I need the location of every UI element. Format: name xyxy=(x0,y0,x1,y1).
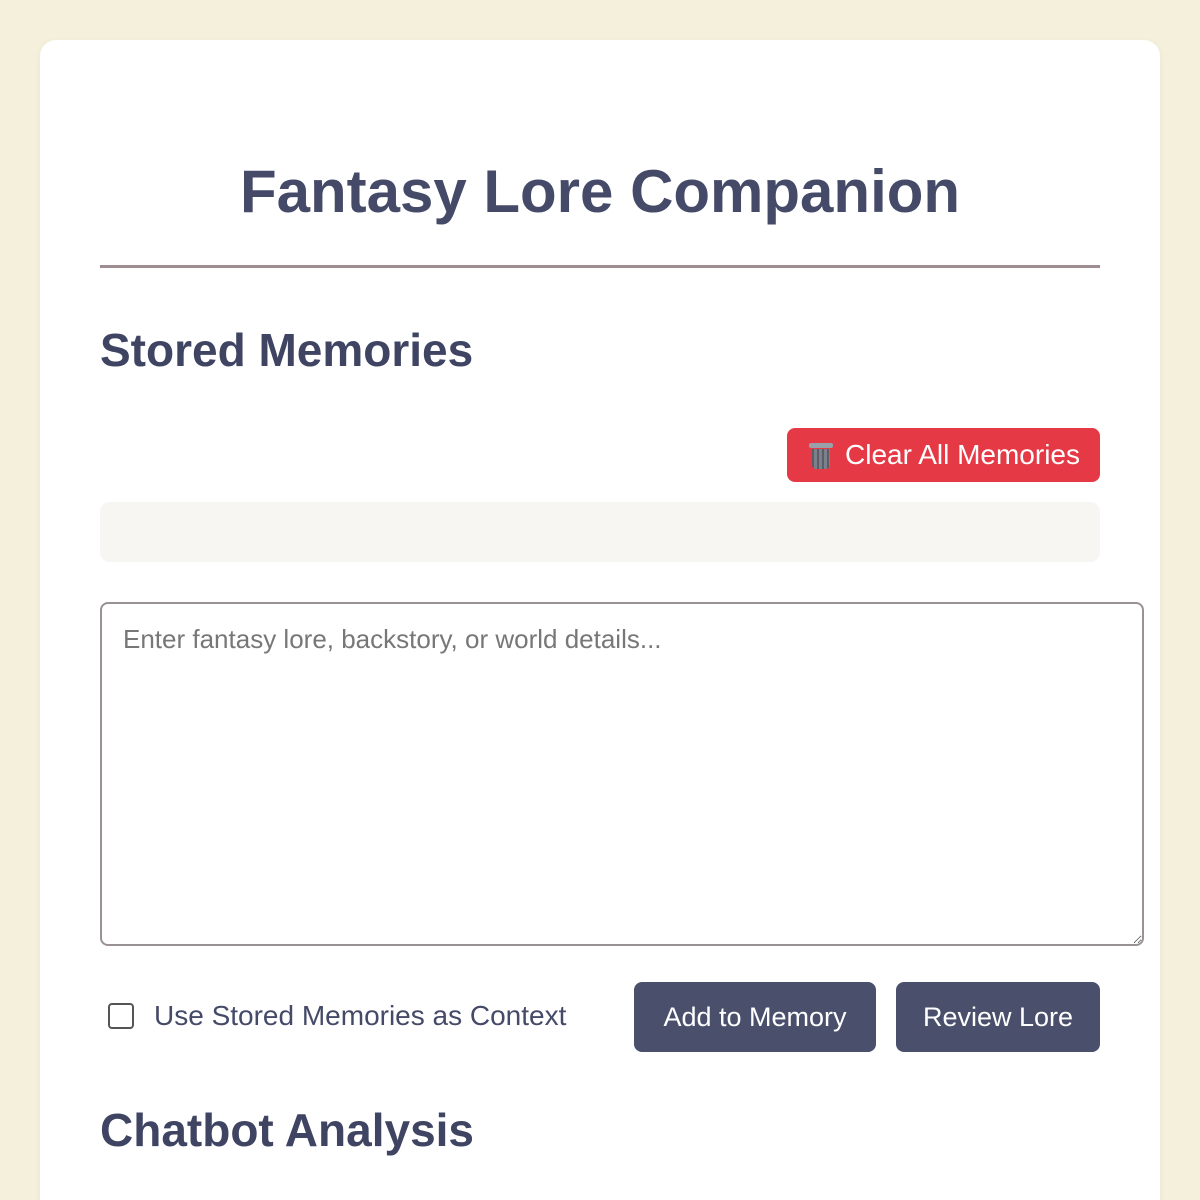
stored-memories-heading: Stored Memories xyxy=(100,324,474,376)
memory-list xyxy=(100,502,1100,562)
trash-icon xyxy=(809,441,834,469)
title-divider xyxy=(100,265,1100,268)
clear-all-memories-button[interactable]: Clear All Memories xyxy=(787,428,1100,482)
use-context-checkbox[interactable] xyxy=(108,1003,134,1029)
main-card: Fantasy Lore Companion Stored Memories C… xyxy=(40,40,1160,1200)
use-context-row[interactable]: Use Stored Memories as Context xyxy=(108,996,566,1036)
page-title: Fantasy Lore Companion xyxy=(239,158,961,225)
chatbot-analysis-heading: Chatbot Analysis xyxy=(100,1104,475,1156)
clear-all-memories-label: Clear All Memories xyxy=(845,439,1080,470)
add-to-memory-button[interactable]: Add to Memory xyxy=(634,982,876,1052)
lore-input[interactable] xyxy=(100,602,1144,946)
use-context-label[interactable]: Use Stored Memories as Context xyxy=(154,1000,566,1032)
review-lore-button[interactable]: Review Lore xyxy=(896,982,1100,1052)
